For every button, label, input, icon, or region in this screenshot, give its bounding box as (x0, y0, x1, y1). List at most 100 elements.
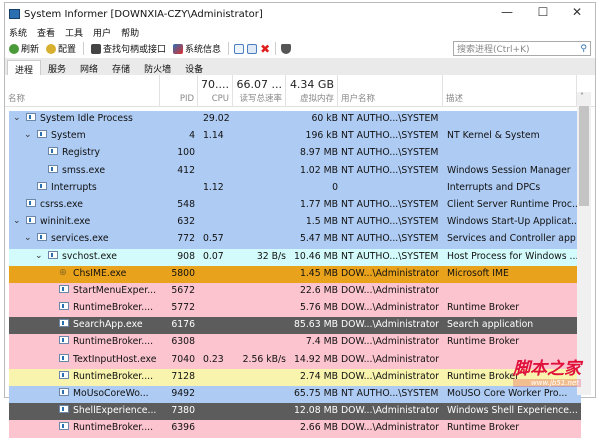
expand-chevron-icon[interactable]: ⌄ (13, 216, 21, 226)
tab-firewall[interactable]: 防火墙 (137, 60, 178, 75)
process-description: Windows Session Manager (447, 164, 571, 176)
process-pid: 908 (177, 250, 195, 262)
tab-disk[interactable]: 存储 (105, 60, 137, 75)
col-io[interactable]: 66.07 ... 读写总速率 (233, 75, 286, 107)
process-icon (37, 130, 47, 139)
tab-network[interactable]: 网络 (73, 60, 105, 75)
col-description[interactable]: 描述 (443, 75, 577, 107)
process-row[interactable]: RuntimeBroker.... 6308 7.4 MB DOW...\Admini… (9, 334, 581, 352)
refresh-label: 刷新 (21, 45, 40, 55)
tab-processes[interactable]: 进程 (7, 60, 42, 76)
window-go-icon[interactable] (247, 43, 258, 54)
process-row[interactable]: TextInputHost.exe 7040 0.23 2.56 kB/s 14.92 … (9, 351, 581, 369)
shield-icon[interactable] (281, 43, 292, 54)
menu-view[interactable]: 查看 (37, 26, 55, 39)
process-pid: 5772 (171, 302, 195, 314)
process-row[interactable]: RuntimeBroker.... 6396 2.66 MB DOW...\Admin… (9, 420, 581, 438)
find-handles-button[interactable]: 查找句柄或接口 (89, 42, 168, 55)
process-icon (48, 250, 58, 259)
watermark: 脚本之家 www.jb51.net (513, 354, 581, 387)
process-row[interactable]: SearchApp.exe 6176 85.63 MB DOW...\Administ… (9, 317, 581, 335)
tab-devices[interactable]: 设备 (178, 60, 210, 75)
col-desc-label: 描述 (446, 94, 464, 104)
refresh-button[interactable]: 刷新 (7, 42, 41, 55)
process-row[interactable]: RuntimeBroker.... 7128 2.74 MB DOW...\Admin… (9, 368, 581, 386)
chart-icon (173, 43, 184, 54)
minimize-button[interactable]: — (497, 5, 517, 19)
process-pid: 632 (177, 216, 195, 228)
expand-chevron-icon[interactable]: ⌄ (13, 113, 21, 123)
process-user: NT AUTHO...\SYSTEM (341, 164, 439, 176)
process-name: wininit.exe (40, 216, 91, 228)
process-pid: 548 (177, 198, 195, 210)
process-pid: 5800 (171, 267, 195, 279)
process-pid: 6176 (171, 319, 195, 331)
process-description: Runtime Broker (447, 422, 520, 434)
process-user: NT AUTHO...\SYSTEM (341, 147, 439, 159)
process-row[interactable]: ⌄ svchost.exe 908 0.07 32 B/s 10.46 MB NT AUTH… (9, 248, 581, 266)
process-row[interactable]: ⊕ ChsIME.exe 5800 1.45 MB DOW...\Administrat… (9, 265, 581, 283)
process-row[interactable]: csrss.exe 548 1.77 MB NT AUTHO...\SYSTEM Cli… (9, 196, 581, 215)
process-description: Search application (447, 319, 534, 331)
mem-total: 4.34 GB (289, 78, 334, 91)
col-memory[interactable]: 4.34 GB 虚拟内存 (286, 75, 338, 107)
process-row[interactable]: Registry 100 8.97 MB NT AUTHO...\SYSTEM (9, 145, 581, 163)
process-name: TextInputHost.exe (73, 353, 157, 365)
menu-system[interactable]: 系统 (9, 26, 27, 39)
process-name: StartMenuExper... (73, 284, 157, 296)
main-window: System Informer [DOWNXIA-CZY\Administrat… (4, 2, 596, 438)
process-pid: 7040 (171, 353, 195, 365)
menu-tools[interactable]: 工具 (65, 26, 83, 39)
menu-users[interactable]: 用户 (93, 26, 111, 39)
cpu-total: 70.... (201, 78, 229, 91)
app-icon (9, 9, 20, 19)
menu-help[interactable]: 帮助 (121, 26, 139, 39)
process-row[interactable]: MoUsoCoreWo... 9492 65.75 MB NT AUTHO...\SY… (9, 386, 581, 404)
process-memory: 8.97 MB (299, 147, 338, 159)
process-cpu: 0.23 (203, 353, 224, 365)
process-pid: 4 (189, 130, 195, 142)
system-info-button[interactable]: 系统信息 (171, 42, 223, 55)
process-icon (59, 284, 69, 293)
process-icon (59, 353, 69, 362)
col-user[interactable]: 用户名称 (338, 75, 443, 107)
col-pid[interactable]: PID (160, 75, 198, 107)
maximize-button[interactable]: ☐ (533, 5, 553, 19)
process-cpu: 1.14 (203, 130, 224, 142)
process-name: RuntimeBroker.... (73, 302, 154, 314)
process-row[interactable]: RuntimeBroker.... 5772 5.76 MB DOW...\Admin… (9, 300, 581, 318)
process-row[interactable]: ⌄ System Idle Process 29.02 60 kB NT AUTHO..… (9, 111, 581, 129)
process-pid: 772 (177, 233, 195, 245)
process-row[interactable]: ⌄ wininit.exe 632 1.5 MB NT AUTHO...\SYSTEM W… (9, 214, 581, 232)
process-row[interactable]: ShellExperience... 7380 12.08 MB DOW...\Adm… (9, 403, 581, 421)
search-input[interactable]: 搜索进程(Ctrl+K) ⚲ (453, 41, 591, 56)
terminate-icon[interactable]: ✖ (260, 42, 270, 56)
col-cpu[interactable]: 70.... CPU (198, 75, 233, 107)
scroll-up-icon[interactable]: ˄ (580, 92, 584, 101)
window-icon[interactable] (234, 43, 245, 54)
process-pid: 7128 (171, 370, 195, 382)
expand-chevron-icon[interactable]: ⌄ (24, 130, 32, 140)
expand-chevron-icon[interactable]: ⌄ (35, 251, 43, 261)
tab-services[interactable]: 服务 (41, 60, 73, 75)
scrollbar-thumb[interactable] (579, 106, 589, 206)
close-button[interactable]: ✕ (567, 5, 587, 19)
tab-bar: 进程 服务 网络 存储 防火墙 设备 (5, 58, 595, 76)
expand-chevron-icon[interactable]: ⌄ (24, 233, 32, 243)
options-button[interactable]: 配置 (44, 42, 78, 55)
process-io: 2.56 kB/s (242, 353, 286, 365)
col-name[interactable]: 名称 (5, 75, 160, 107)
process-row[interactable]: ⌄ System 4 1.14 196 kB NT AUTHO...\SYSTEM NT K… (9, 128, 581, 146)
process-memory: 2.74 MB (299, 370, 338, 382)
process-row[interactable]: smss.exe 412 1.02 MB NT AUTHO...\SYSTEM Wind… (9, 162, 581, 180)
process-user: NT AUTHO...\SYSTEM (341, 113, 439, 124)
process-row[interactable]: Interrupts 1.12 0 Interrupts and DPCs (9, 179, 581, 197)
process-row[interactable]: StartMenuExper... 5672 22.6 MB DOW...\Admin… (9, 282, 581, 301)
process-pid: 7380 (171, 405, 195, 417)
ime-icon: ⊕ (59, 266, 67, 278)
vertical-scrollbar[interactable]: ˄ (577, 92, 591, 395)
toolbar-separator (228, 42, 230, 55)
process-icon (59, 302, 69, 311)
process-user: DOW...\Administrator (341, 267, 439, 279)
process-row[interactable]: ⌄ services.exe 772 0.57 5.47 MB NT AUTHO...\S… (9, 231, 581, 249)
